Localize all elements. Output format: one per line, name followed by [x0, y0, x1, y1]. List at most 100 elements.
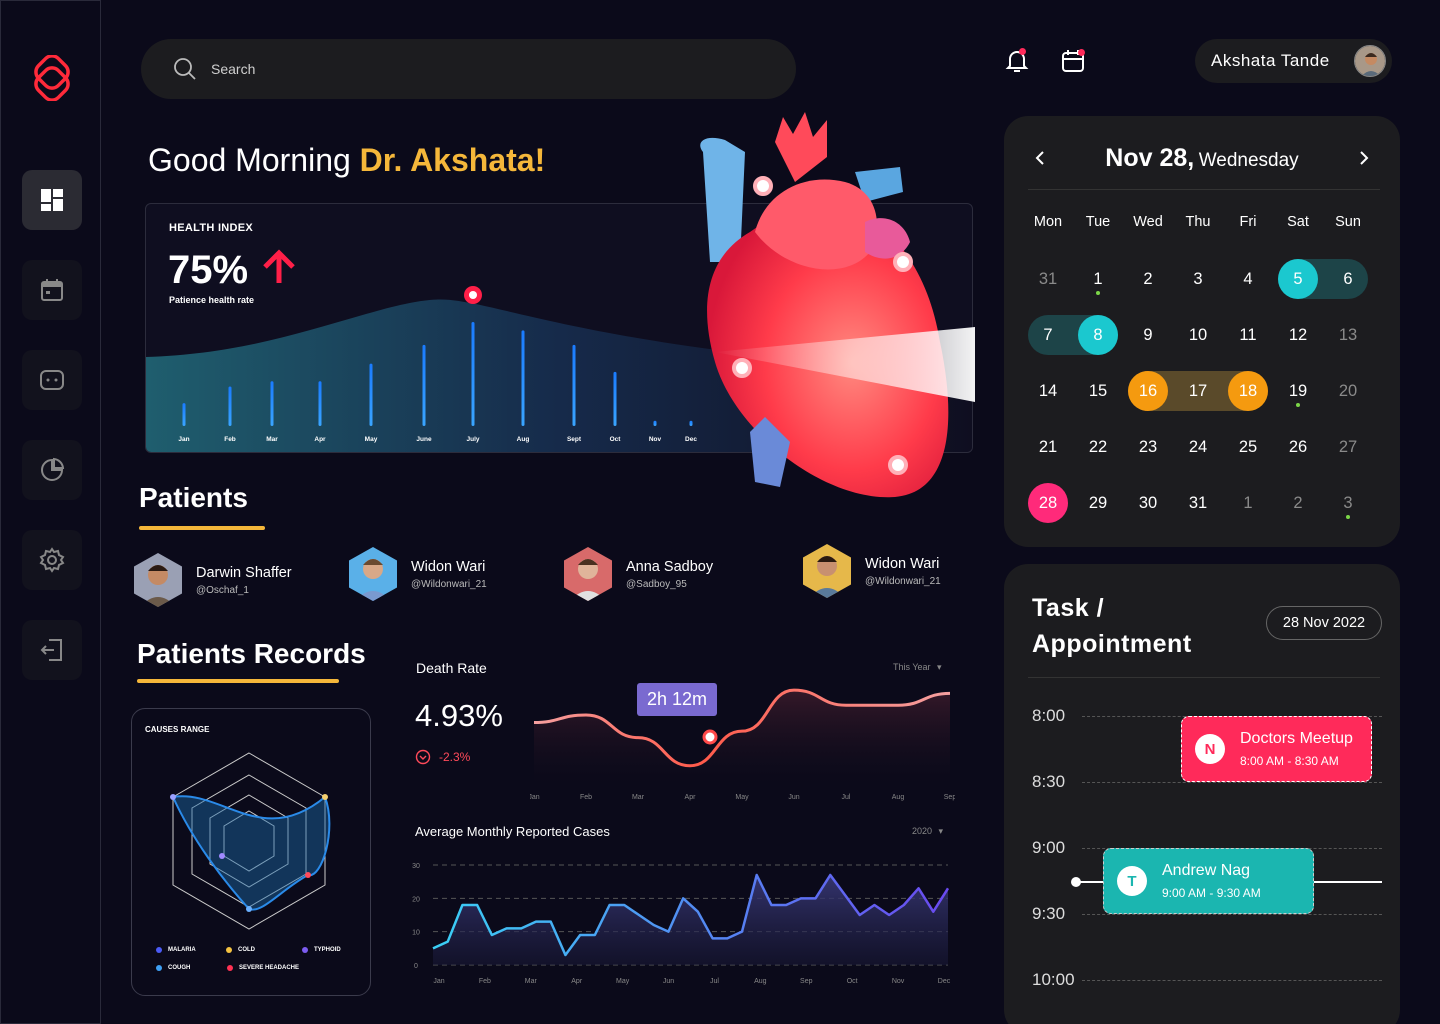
weekday-label: Mon	[1033, 214, 1063, 230]
cases-x-tick: Nov	[892, 978, 905, 985]
nav-messages[interactable]	[22, 350, 82, 410]
calendar-day[interactable]: 7	[1028, 315, 1068, 355]
event-time: 8:00 AM - 8:30 AM	[1240, 754, 1339, 768]
time-gridline	[1082, 782, 1382, 783]
event-indicator	[1346, 515, 1350, 519]
chevron-right-icon[interactable]	[1356, 150, 1372, 166]
calendar-day[interactable]: 31	[1028, 259, 1068, 299]
event-initial: N	[1195, 734, 1225, 764]
calendar-day[interactable]: 23	[1128, 427, 1168, 467]
doctor-name: Dr. Akshata!	[359, 142, 546, 178]
health-bar	[422, 344, 426, 426]
nav-logout[interactable]	[22, 620, 82, 680]
calendar-day[interactable]: 10	[1178, 315, 1218, 355]
monthly-cases-filter[interactable]: 2020 ▾	[912, 826, 943, 837]
cases-x-tick: Apr	[571, 978, 583, 985]
patient-avatar	[803, 544, 851, 598]
patient-card[interactable]: Darwin Shaffer @Oschaf_1	[134, 553, 292, 607]
calendar-day[interactable]: 12	[1278, 315, 1318, 355]
user-profile[interactable]: Akshata Tande	[1195, 39, 1392, 83]
calendar-day[interactable]: 11	[1228, 315, 1268, 355]
calendar-day[interactable]: 15	[1078, 371, 1118, 411]
death-tick-label: May	[735, 794, 749, 801]
time-label: 8:00	[1032, 706, 1066, 725]
patient-card[interactable]: Widon Wari @Wildonwari_21	[349, 547, 487, 601]
health-bar	[318, 381, 322, 426]
event-title: Doctors Meetup	[1240, 730, 1353, 747]
death-rate-title: Death Rate	[416, 660, 487, 676]
patient-handle: @Oschaf_1	[196, 584, 249, 596]
nav-settings[interactable]	[22, 530, 82, 590]
event-initial: T	[1117, 866, 1147, 896]
user-name: Akshata Tande	[1211, 51, 1330, 70]
health-bar	[471, 322, 475, 426]
calendar-day[interactable]: 25	[1228, 427, 1268, 467]
patient-avatar	[349, 547, 397, 601]
death-rate-value: 4.93%	[415, 698, 503, 733]
calendar-day[interactable]: 24	[1178, 427, 1218, 467]
sidebar	[0, 0, 101, 1024]
calendar-day[interactable]: 3	[1178, 259, 1218, 299]
calendar-day[interactable]: 28	[1028, 483, 1068, 523]
monthly-cases-chart: 30 20 10 0 Jan Feb Mar Apr May Jun Jul Aug Sep Oct Nov…	[412, 863, 950, 985]
patient-name: Widon Wari	[865, 555, 940, 572]
time-label: 9:00	[1032, 838, 1066, 857]
patients-underline	[139, 526, 265, 530]
calendar-day[interactable]: 20	[1328, 371, 1368, 411]
health-bar	[572, 344, 576, 426]
calendar-day[interactable]: 4	[1228, 259, 1268, 299]
search-input[interactable]	[211, 61, 711, 77]
patient-card[interactable]: Anna Sadboy @Sadboy_95	[564, 547, 713, 601]
cases-y-tick: 30	[412, 863, 420, 870]
nav-analytics[interactable]	[22, 440, 82, 500]
calendar-day[interactable]: 21	[1028, 427, 1068, 467]
calendar-day[interactable]: 2	[1278, 483, 1318, 523]
pie-chart-icon	[41, 457, 65, 481]
death-tick-label: Jan	[530, 794, 540, 801]
calendar-day[interactable]: 30	[1128, 483, 1168, 523]
event-doctors-meetup[interactable]: N Doctors Meetup 8:00 AM - 8:30 AM	[1181, 716, 1372, 782]
health-tick-label: Sept	[567, 436, 582, 443]
death-rate-tooltip: 2h 12m	[637, 683, 717, 716]
calendar-day[interactable]: 5	[1278, 259, 1318, 299]
time-label: 8:30	[1032, 772, 1066, 791]
radar-chart	[170, 752, 331, 930]
calendar-day[interactable]: 8	[1078, 315, 1118, 355]
search-bar[interactable]	[141, 39, 796, 99]
calendar-icon	[41, 279, 63, 301]
health-bar	[613, 371, 617, 426]
calendar-day[interactable]: 27	[1328, 427, 1368, 467]
nav-calendar[interactable]	[22, 260, 82, 320]
weekday-label: Fri	[1239, 214, 1257, 230]
calendar-day[interactable]: 16	[1128, 371, 1168, 411]
nav-dashboard[interactable]	[22, 170, 82, 230]
health-bar	[270, 381, 274, 426]
event-andrew-nag[interactable]: T Andrew Nag 9:00 AM - 9:30 AM	[1103, 848, 1314, 914]
calendar-day[interactable]: 9	[1128, 315, 1168, 355]
calendar-day[interactable]: 1	[1228, 483, 1268, 523]
patients-title: Patients	[139, 482, 248, 513]
calendar-day[interactable]: 29	[1078, 483, 1118, 523]
task-date-pill[interactable]: 28 Nov 2022	[1266, 606, 1382, 640]
search-icon	[174, 58, 196, 80]
calendar-divider	[1028, 189, 1380, 190]
calendar-day[interactable]: 22	[1078, 427, 1118, 467]
patient-card[interactable]: Widon Wari @Wildonwari_21	[803, 544, 941, 598]
calendar-day[interactable]: 6	[1328, 259, 1368, 299]
patient-handle: @Wildonwari_21	[865, 575, 941, 587]
cases-x-tick: Feb	[479, 978, 491, 985]
legend-cold: COLD	[226, 947, 255, 953]
bell-icon[interactable]	[1002, 46, 1032, 76]
calendar-day[interactable]: 18	[1228, 371, 1268, 411]
death-tick-label: Feb	[580, 794, 592, 801]
cases-y-tick: 10	[412, 930, 420, 937]
health-tick-label: Feb	[224, 436, 236, 443]
health-tick-label: July	[466, 436, 479, 443]
calendar-day[interactable]: 17	[1178, 371, 1218, 411]
calendar-day[interactable]: 26	[1278, 427, 1318, 467]
calendar-day[interactable]: 14	[1028, 371, 1068, 411]
event-time: 9:00 AM - 9:30 AM	[1162, 886, 1261, 900]
calendar-day[interactable]: 2	[1128, 259, 1168, 299]
calendar-day[interactable]: 31	[1178, 483, 1218, 523]
calendar-day[interactable]: 13	[1328, 315, 1368, 355]
